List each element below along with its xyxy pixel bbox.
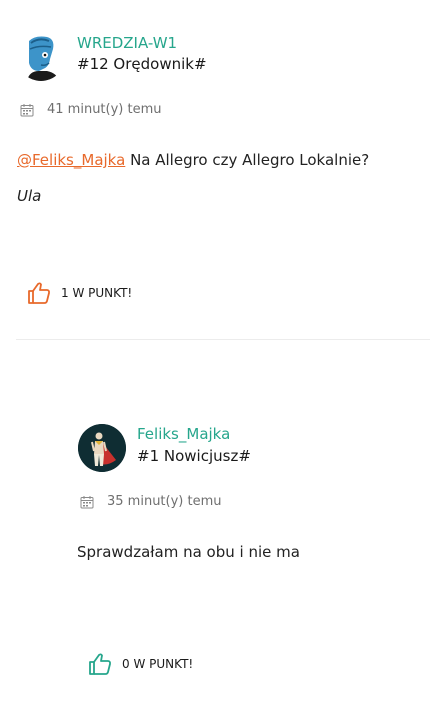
post-1: WREDZIA-W1 #12 Orędownik# 41 minut(y) te… <box>0 0 430 339</box>
avatar-illustration-icon <box>27 36 59 81</box>
post-meta: 41 minut(y) temu <box>20 102 162 117</box>
post-time: 35 minut(y) temu <box>107 494 222 509</box>
author-name[interactable]: Feliks_Majka <box>137 424 230 444</box>
post-body: Sprawdzałam na obu i nie ma <box>77 543 300 561</box>
post-time: 41 minut(y) temu <box>47 102 162 117</box>
post-2: Feliks_Majka #1 Nowicjusz# 35 minut(y) t… <box>0 340 430 708</box>
post-signature: Ula <box>17 187 42 205</box>
avatar-feliks[interactable] <box>78 424 126 472</box>
author-rank: #1 Nowicjusz# <box>137 447 251 465</box>
post-body: @Feliks_Majka Na Allegro czy Allegro Lok… <box>17 149 369 171</box>
author-rank: #12 Orędownik# <box>77 55 207 73</box>
thumbs-up-icon <box>89 653 111 675</box>
avatar-superhero-icon <box>78 424 126 472</box>
calendar-icon <box>20 103 34 116</box>
like-count: 0 W PUNKT! <box>122 657 194 671</box>
like-button[interactable]: 0 W PUNKT! <box>88 652 193 676</box>
like-button[interactable]: 1 W PUNKT! <box>27 281 132 305</box>
mention-link[interactable]: @Feliks_Majka <box>17 151 125 169</box>
post-text: Na Allegro czy Allegro Lokalnie? <box>125 151 370 169</box>
author-name[interactable]: WREDZIA-W1 <box>77 33 177 53</box>
post-meta: 35 minut(y) temu <box>80 494 222 509</box>
thumbs-up-icon <box>28 282 50 304</box>
calendar-icon <box>80 495 94 508</box>
like-count: 1 W PUNKT! <box>61 286 133 300</box>
avatar-wredzia[interactable] <box>17 33 65 81</box>
